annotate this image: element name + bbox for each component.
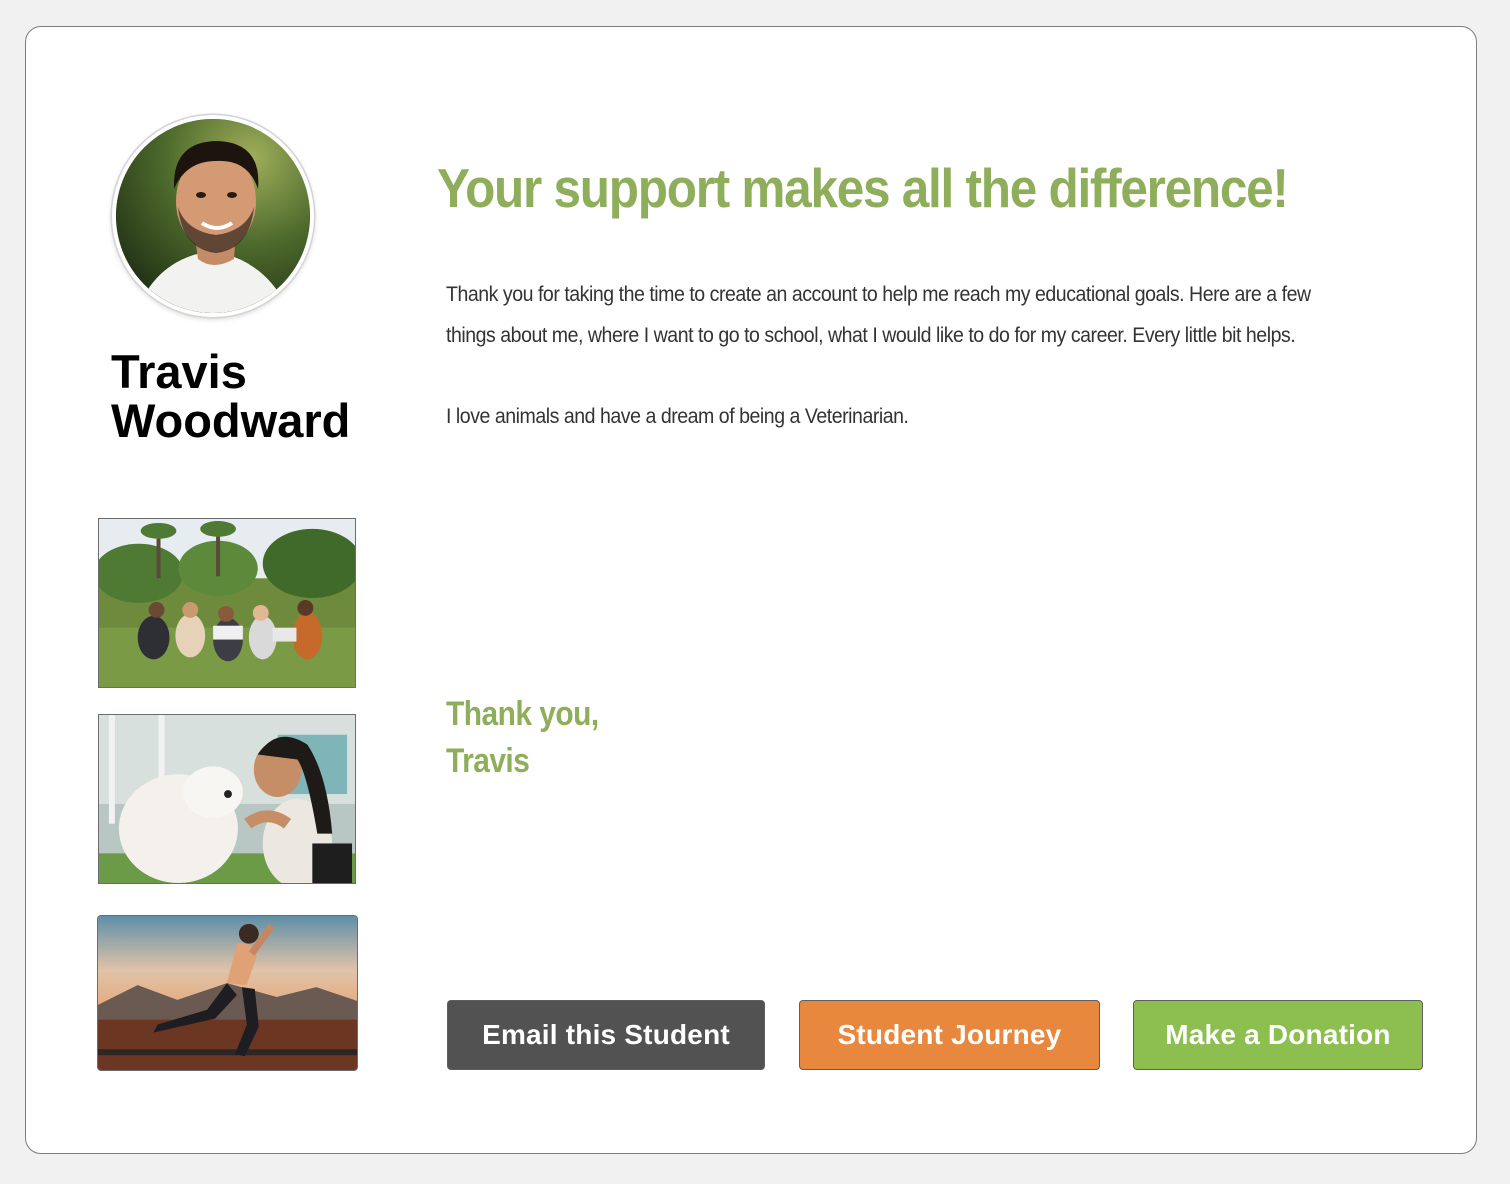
message-paragraph-1: Thank you for taking the time to create … [446,283,1311,347]
student-profile-card: Travis Woodward Your support makes all t… [25,26,1477,1154]
photo-girl-with-dog [98,714,356,884]
message-paragraph-2: I love animals and have a dream of being… [446,405,909,428]
student-first-name: Travis [111,345,247,398]
student-journey-button[interactable]: Student Journey [799,1000,1100,1070]
avatar-photo [116,119,310,313]
student-name: Travis Woodward [111,347,391,445]
page-headline: Your support makes all the difference! [437,157,1289,219]
photo-runner [97,915,358,1071]
girl-with-dog-image [99,715,355,883]
signoff-thanks: Thank you, [446,695,599,733]
student-last-name: Woodward [111,394,351,447]
students-park-image [99,519,355,687]
email-student-button[interactable]: Email this Student [447,1000,765,1070]
student-avatar [112,115,314,317]
signoff-name: Travis [446,742,530,780]
photo-students-park [98,518,356,688]
signoff: Thank you, Travis [446,691,599,785]
student-message: Thank you for taking the time to create … [446,274,1339,437]
runner-image [98,916,357,1070]
make-donation-button[interactable]: Make a Donation [1133,1000,1423,1070]
